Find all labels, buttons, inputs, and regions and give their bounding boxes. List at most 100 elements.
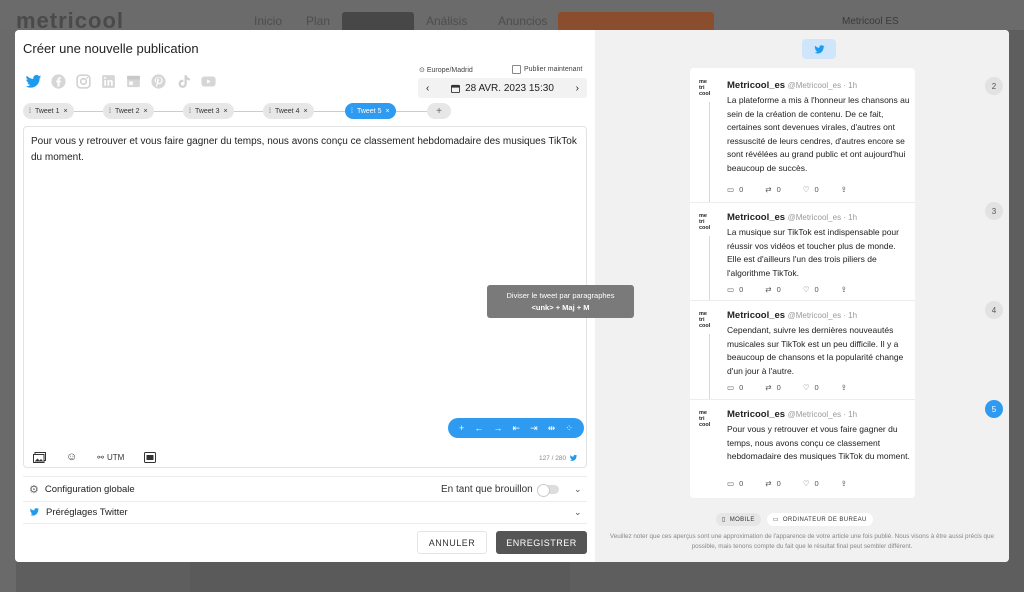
chevron-down-icon[interactable]: ⌄ (574, 507, 582, 518)
thread-line (709, 334, 710, 399)
preview-tweet: me tri cool Metricool_es @Metricool_es · 1… (690, 399, 915, 498)
share-icon: ⇪ (840, 479, 847, 488)
tab-tweet-1[interactable]: ⁞ Tweet 1 × (23, 103, 74, 119)
thread-line (709, 236, 710, 300)
thread-tools-bar: + ← → ⇤ ⇥ ⇹ ⁘ (448, 418, 584, 438)
chevron-left-icon[interactable]: ‹ (426, 83, 429, 94)
close-icon[interactable]: × (303, 108, 307, 115)
heart-icon: ♡ (802, 479, 810, 488)
reply-icon: ▭ (727, 479, 735, 488)
globe-icon: ⊙ (419, 67, 425, 74)
close-icon[interactable]: × (385, 108, 389, 115)
add-icon[interactable]: + (459, 423, 464, 433)
tab-tweet-2[interactable]: ⁞ Tweet 2 × (103, 103, 154, 119)
preview-disclaimer: Veuillez noter que ces aperçus sont une … (609, 533, 995, 550)
twitter-icon[interactable] (25, 73, 42, 90)
save-button[interactable]: ENREGISTRER (496, 531, 587, 554)
tab-label: Tweet 4 (274, 107, 300, 115)
tweet-body: Cependant, suivre les dernières nouveaut… (727, 325, 904, 376)
tiktok-icon[interactable] (175, 73, 192, 90)
mobile-icon: ▯ (722, 517, 726, 523)
editor-toolbar: ☺ ⚯ UTM (33, 451, 157, 463)
close-icon[interactable]: × (143, 108, 147, 115)
tweet-body: Pour vous y retrouver et vous faire gagn… (727, 424, 910, 462)
counter-value: 127 / 280 (539, 454, 567, 462)
tweet-number-badge[interactable]: 4 (985, 301, 1003, 319)
emoji-icon[interactable]: ☺ (66, 451, 77, 463)
tab-label: Tweet 2 (114, 107, 140, 115)
tweet-actions: ▭ 0 ⇄ 0 ♡ 0 ⇪ (727, 383, 847, 392)
tweet-body: La plateforme a mis à l'honneur les chan… (727, 95, 910, 173)
merge-left-icon[interactable]: ⇤ (513, 423, 521, 434)
split-icon[interactable]: ⇹ (548, 423, 556, 434)
desktop-label: ORDINATEUR DE BUREAU (782, 516, 867, 523)
tweet-preview-card: me tri cool Metricool_es @Metricool_es · 1… (690, 68, 915, 498)
tweet-handle: @Metricool_es · 1h (787, 81, 858, 90)
drag-handle-icon[interactable]: ⁞ (189, 108, 191, 115)
reply-icon: ▭ (727, 285, 735, 294)
twitter-presets-row[interactable]: Préréglages Twitter ⌄ (23, 501, 587, 523)
global-config-row[interactable]: ⚙ Configuration globale En tant que broui… (23, 478, 587, 500)
drag-handle-icon[interactable]: ⁞ (109, 108, 111, 115)
draft-toggle[interactable] (537, 483, 559, 497)
draft-label: En tant que brouillon (441, 483, 533, 495)
app-footer (190, 562, 570, 592)
cancel-button[interactable]: ANNULER (417, 531, 487, 554)
tab-tweet-4[interactable]: ⁞ Tweet 4 × (263, 103, 314, 119)
youtube-icon[interactable] (200, 73, 217, 90)
tweet-handle: @Metricool_es · 1h (787, 213, 858, 222)
drag-handle-icon[interactable]: ⁞ (29, 108, 31, 115)
checkbox-box[interactable] (512, 65, 521, 74)
reply-icon: ▭ (727, 383, 735, 392)
heart-icon: ♡ (802, 285, 810, 294)
chevron-down-icon[interactable]: ⌄ (574, 484, 582, 495)
heart-icon: ♡ (802, 383, 810, 392)
arrow-left-icon[interactable]: ← (474, 423, 483, 433)
tab-tweet-3[interactable]: ⁞ Tweet 3 × (183, 103, 234, 119)
instagram-icon[interactable] (75, 73, 92, 90)
retweet-icon: ⇄ (765, 185, 772, 194)
nav-item: Análisis (426, 14, 468, 28)
tab-label: Tweet 1 (34, 107, 60, 115)
mobile-view-button[interactable]: ▯ MOBILE (716, 513, 761, 526)
merge-right-icon[interactable]: ⇥ (530, 423, 538, 434)
tab-tweet-5[interactable]: ⁞ Tweet 5 × (345, 103, 396, 119)
utm-button[interactable]: ⚯ UTM (97, 453, 124, 462)
date-value[interactable]: 28 AVR. 2023 15:30 (465, 83, 554, 94)
preview-network-badge[interactable] (802, 39, 836, 59)
drag-handle-icon[interactable]: ⁞ (269, 108, 271, 115)
split-paragraphs-icon[interactable]: ⁘ (565, 423, 573, 434)
tweet-number-badge-active[interactable]: 5 (985, 400, 1003, 418)
publish-now-checkbox[interactable]: Publier maintenant (512, 65, 582, 74)
tweet-number-badge[interactable]: 2 (985, 77, 1003, 95)
avatar: me tri cool (699, 410, 711, 428)
close-icon[interactable]: × (63, 108, 67, 115)
retweet-icon: ⇄ (765, 383, 772, 392)
linkedin-icon[interactable] (100, 73, 117, 90)
calendar-icon (451, 84, 461, 93)
desktop-view-button[interactable]: ▭ ORDINATEUR DE BUREAU (766, 513, 873, 526)
avatar: me tri cool (699, 311, 711, 329)
tweet-number-badge[interactable]: 3 (985, 202, 1003, 220)
arrow-right-icon[interactable]: → (493, 423, 502, 433)
gif-icon[interactable] (144, 451, 157, 463)
close-icon[interactable]: × (223, 108, 227, 115)
chevron-right-icon[interactable]: › (576, 83, 579, 94)
split-tooltip: Diviser le tweet par paragraphes <unk> +… (487, 285, 634, 318)
editor-text[interactable]: Pour vous y retrouver et vous faire gagn… (31, 134, 581, 166)
date-picker: ‹ 28 AVR. 2023 15:30 › (418, 78, 587, 98)
tweet-author: Metricool_es (727, 310, 786, 321)
divider (23, 476, 587, 477)
facebook-icon[interactable] (50, 73, 67, 90)
timezone-selector[interactable]: ⊙ Europe/Madrid (419, 66, 473, 75)
add-tweet-button[interactable]: + (427, 103, 451, 119)
heart-icon: ♡ (802, 185, 810, 194)
google-business-icon[interactable] (125, 73, 142, 90)
share-icon: ⇪ (840, 285, 847, 294)
image-icon[interactable] (33, 451, 46, 463)
drag-handle-icon[interactable]: ⁞ (351, 108, 353, 115)
device-switch: ▯ MOBILE ▭ ORDINATEUR DE BUREAU (716, 513, 873, 526)
tweet-author: Metricool_es (727, 212, 786, 223)
pinterest-icon[interactable] (150, 73, 167, 90)
timezone-label: Europe/Madrid (426, 66, 473, 74)
